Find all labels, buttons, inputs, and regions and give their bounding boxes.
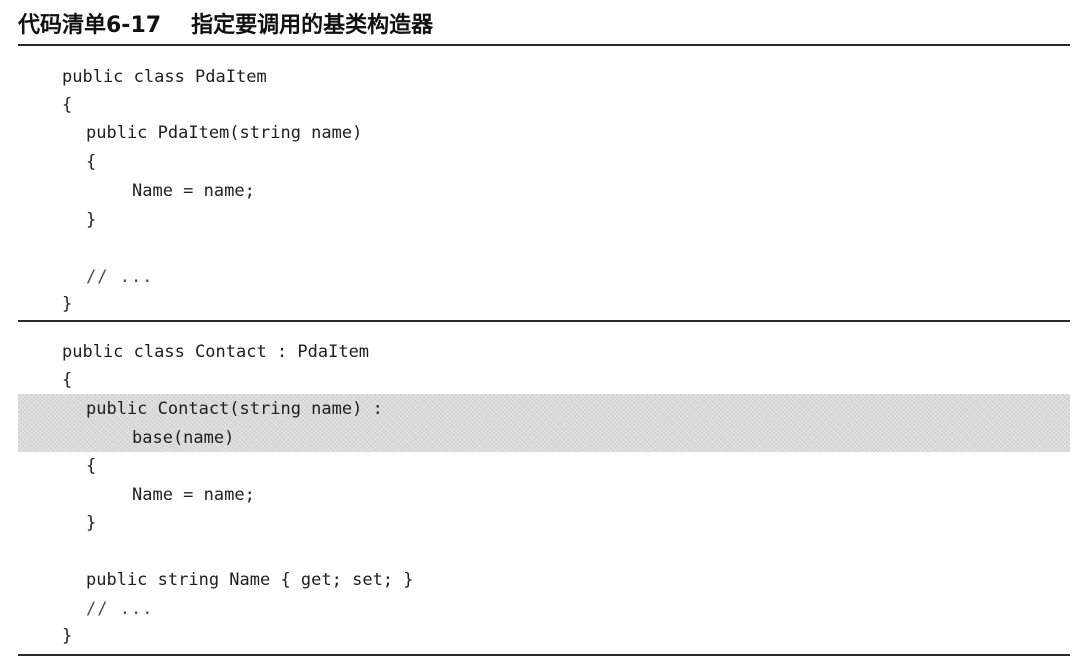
code-line: { xyxy=(62,370,73,390)
middle-rule xyxy=(18,320,1070,322)
code-line: { xyxy=(62,95,73,115)
code-line: } xyxy=(62,294,73,314)
code-line: } xyxy=(86,513,97,533)
highlighted-code-line: public Contact(string name) : xyxy=(86,399,383,419)
code-line: public PdaItem(string name) xyxy=(86,123,363,143)
listing-title: 指定要调用的基类构造器 xyxy=(191,13,434,38)
highlighted-code-line: base(name) xyxy=(132,428,235,448)
code-line: public class PdaItem xyxy=(62,67,267,87)
code-line: } xyxy=(62,626,73,646)
top-rule xyxy=(18,44,1070,46)
code-line: Name = name; xyxy=(132,181,255,201)
code-line: Name = name; xyxy=(132,485,255,505)
code-line: { xyxy=(86,152,97,172)
listing-number: 代码清单6-17 xyxy=(18,13,162,38)
listing-caption: 代码清单6-17 指定要调用的基类构造器 xyxy=(18,6,433,40)
code-line: } xyxy=(86,210,97,230)
code-comment-line: // ... xyxy=(86,599,154,619)
code-line: { xyxy=(86,456,97,476)
code-line: public string Name { get; set; } xyxy=(86,570,414,590)
bottom-rule xyxy=(18,654,1070,656)
code-line: public class Contact : PdaItem xyxy=(62,342,370,362)
code-comment-line: // ... xyxy=(86,267,154,287)
